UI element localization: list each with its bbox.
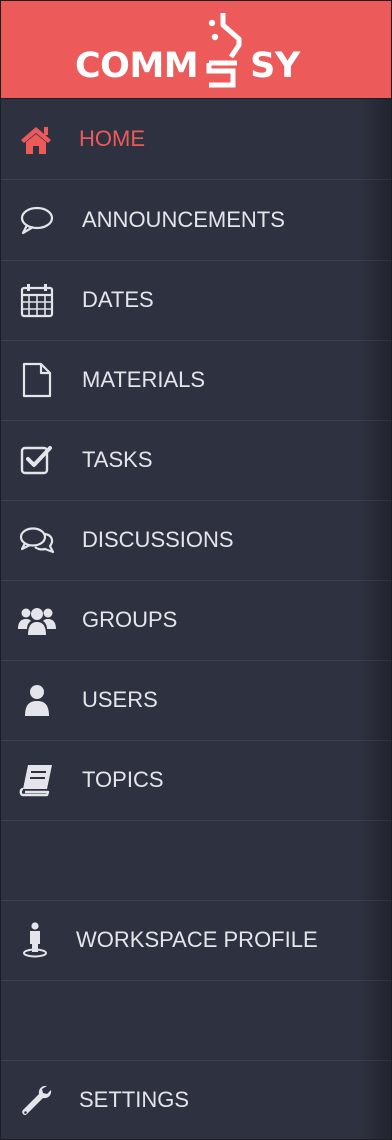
home-icon (17, 121, 57, 157)
group-icon (17, 602, 57, 638)
discussions-icon (17, 522, 57, 558)
app-header: COMM SY (1, 1, 391, 99)
nav-spacer (1, 980, 391, 1061)
nav-item-label: DISCUSSIONS (82, 527, 234, 552)
nav-item-users[interactable]: USERS (1, 660, 391, 741)
nav-item-topics[interactable]: TOPICS (1, 740, 391, 821)
logo-text-suffix: SY (250, 46, 300, 86)
nav-item-groups[interactable]: GROUPS (1, 580, 391, 661)
nav-item-label: WORKSPACE PROFILE (76, 927, 318, 952)
nav-item-label: SETTINGS (79, 1087, 190, 1112)
nav-item-label: GROUPS (82, 607, 178, 632)
nav-item-label: DATES (82, 287, 154, 312)
nav-item-announcements[interactable]: ANNOUNCEMENTS (1, 180, 391, 261)
nav-item-tasks[interactable]: TASKS (1, 420, 391, 501)
nav-item-discussions[interactable]: DISCUSSIONS (1, 500, 391, 581)
document-icon (17, 362, 57, 398)
user-icon (17, 682, 57, 718)
nav-item-label: USERS (82, 687, 158, 712)
nav-item-dates[interactable]: DATES (1, 260, 391, 341)
person-pin-icon (17, 922, 57, 958)
speech-bubble-icon (17, 202, 57, 238)
sidebar: COMM SY HOME ANNOUNCEMENTS DATES MATERIA… (0, 0, 392, 1140)
logo-text: COMM (75, 46, 199, 86)
nav-spacer (1, 820, 391, 901)
nav-item-label: TASKS (82, 447, 153, 472)
nav-item-home[interactable]: HOME (1, 99, 391, 180)
logo-mark-icon (206, 13, 242, 88)
nav-item-workspace-profile[interactable]: WORKSPACE PROFILE (1, 900, 391, 981)
calendar-icon (17, 282, 57, 318)
nav-item-label: MATERIALS (82, 367, 206, 392)
nav-item-label: ANNOUNCEMENTS (82, 207, 285, 232)
nav-item-label: HOME (79, 126, 145, 151)
nav-item-settings[interactable]: SETTINGS (1, 1060, 391, 1139)
logo[interactable]: COMM SY (75, 49, 300, 84)
nav-item-materials[interactable]: MATERIALS (1, 340, 391, 421)
book-icon (17, 762, 57, 798)
nav-item-label: TOPICS (82, 767, 164, 792)
checkbox-icon (17, 442, 57, 478)
wrench-icon (17, 1082, 57, 1118)
